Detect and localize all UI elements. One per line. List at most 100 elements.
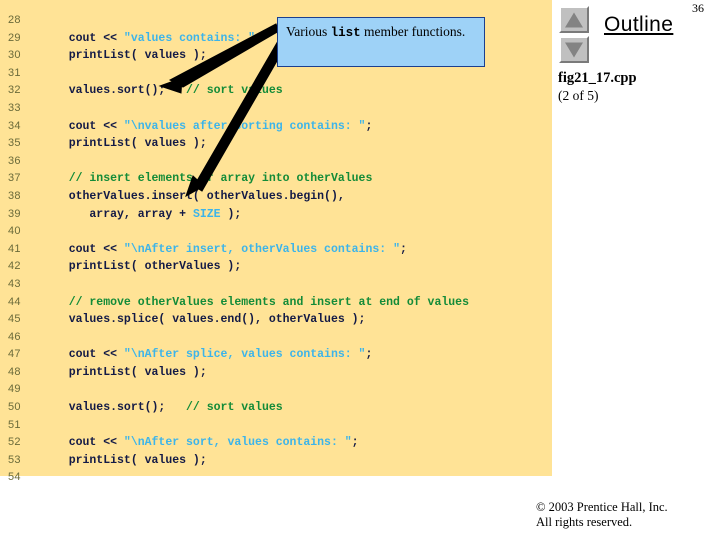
line-number: 52: [8, 436, 21, 449]
code-token: printList( values );: [48, 49, 207, 63]
code-line: 40: [0, 223, 552, 241]
line-code: cout << "\nAfter insert, otherValues con…: [48, 241, 407, 259]
line-number: 31: [8, 66, 21, 79]
line-code: // insert elements of array into otherVa…: [48, 170, 373, 188]
code-line: 37 // insert elements of array into othe…: [0, 170, 552, 188]
line-number: 37: [8, 172, 21, 185]
code-token: // remove otherValues elements and inser…: [48, 295, 469, 309]
copyright-footer: © 2003 Prentice Hall, Inc. All rights re…: [536, 500, 716, 530]
code-token: values.sort();: [48, 84, 187, 98]
code-token: cout <<: [48, 119, 124, 133]
line-code: otherValues.insert( otherValues.begin(),: [48, 188, 345, 206]
code-line: 52 cout << "\nAfter sort, values contain…: [0, 434, 552, 452]
code-line: 36: [0, 153, 552, 171]
line-number: 48: [8, 365, 21, 378]
code-line: 50 values.sort(); // sort values: [0, 399, 552, 417]
line-number: 39: [8, 207, 21, 220]
line-code: cout << "\nvalues after sorting contains…: [48, 118, 373, 136]
code-line: 44 // remove otherValues elements and in…: [0, 294, 552, 312]
scroll-down-button[interactable]: [559, 36, 589, 63]
code-line: 38 otherValues.insert( otherValues.begin…: [0, 188, 552, 206]
code-token: printList( values );: [48, 137, 207, 151]
callout-text-keyword: list: [330, 26, 361, 40]
line-number: 44: [8, 295, 21, 308]
code-line: 51: [0, 417, 552, 435]
line-code: printList( values );: [48, 452, 207, 470]
line-code: printList( values );: [48, 135, 207, 153]
file-part: (2 of 5): [558, 88, 599, 103]
code-token: // insert elements of array into otherVa…: [48, 172, 373, 186]
line-number: 38: [8, 189, 21, 202]
line-number: 53: [8, 453, 21, 466]
line-number: 50: [8, 401, 21, 414]
line-code: printList( otherValues );: [48, 258, 242, 276]
code-line: 41 cout << "\nAfter insert, otherValues …: [0, 241, 552, 259]
code-line: 31: [0, 65, 552, 83]
line-code: cout << "\nAfter splice, values contains…: [48, 346, 373, 364]
code-token: "\nAfter splice, values contains: ": [123, 348, 366, 362]
line-number: 28: [8, 14, 21, 26]
code-token: printList( values );: [48, 453, 207, 467]
code-token: "\nAfter insert, otherValues contains: ": [123, 242, 400, 256]
code-token: printList( values );: [48, 365, 207, 379]
code-line: 45 values.splice( values.end(), otherVal…: [0, 311, 552, 329]
triangle-down-icon: [565, 42, 583, 57]
code-line: 42 printList( otherValues );: [0, 258, 552, 276]
code-token: values.splice( values.end(), otherValues…: [48, 313, 366, 327]
code-line: 46: [0, 329, 552, 347]
line-number: 35: [8, 137, 21, 150]
line-code: cout << "values contains: ";: [48, 30, 262, 48]
line-number: 32: [8, 84, 21, 97]
callout-box: Various list member functions.: [277, 17, 485, 67]
code-line: 47 cout << "\nAfter splice, values conta…: [0, 346, 552, 364]
code-token: printList( otherValues );: [48, 260, 242, 274]
code-token: SIZE: [192, 207, 221, 221]
outline-title: Outline: [604, 13, 674, 36]
page-number: 36: [692, 1, 704, 15]
code-line: 43: [0, 276, 552, 294]
code-line: 39 array, array + SIZE );: [0, 206, 552, 224]
line-code: values.splice( values.end(), otherValues…: [48, 311, 366, 329]
code-line: 34 cout << "\nvalues after sorting conta…: [0, 118, 552, 136]
code-token: ;: [351, 436, 359, 450]
line-number: 43: [8, 277, 21, 290]
code-token: // sort values: [186, 84, 283, 98]
callout-text-after: member functions.: [360, 24, 466, 39]
line-number: 46: [8, 330, 21, 343]
line-number: 54: [8, 471, 21, 484]
code-line: 32 values.sort(); // sort values: [0, 82, 552, 100]
code-line: 54: [0, 469, 552, 487]
line-code: values.sort(); // sort values: [48, 399, 283, 417]
line-code: cout << "\nAfter sort, values contains: …: [48, 434, 359, 452]
line-number: 40: [8, 225, 21, 238]
callout-text-before: Various: [286, 24, 331, 39]
file-name: fig21_17.cpp: [558, 70, 637, 86]
line-code: printList( values );: [48, 364, 207, 382]
line-number: 29: [8, 31, 21, 44]
copyright-line-1: © 2003 Prentice Hall, Inc.: [536, 500, 668, 514]
code-token: ;: [365, 348, 373, 362]
line-number: 47: [8, 348, 21, 361]
line-number: 36: [8, 154, 21, 167]
line-code: values.sort(); // sort values: [48, 82, 283, 100]
code-token: ;: [365, 119, 373, 133]
line-number: 34: [8, 119, 21, 132]
code-token: ;: [255, 31, 262, 45]
line-number: 45: [8, 313, 21, 326]
line-number: 33: [8, 101, 21, 114]
code-token: array, array +: [48, 207, 193, 221]
code-token: cout <<: [48, 242, 124, 256]
line-number: 49: [8, 383, 21, 396]
code-token: otherValues.insert( otherValues.begin(),: [48, 189, 345, 203]
code-line: 53 printList( values );: [0, 452, 552, 470]
file-info: fig21_17.cpp (2 of 5): [558, 70, 637, 104]
scroll-up-button[interactable]: [559, 6, 589, 33]
code-line: 49: [0, 381, 552, 399]
line-code: // remove otherValues elements and inser…: [48, 294, 469, 312]
line-number: 30: [8, 49, 21, 62]
code-line: 35 printList( values );: [0, 135, 552, 153]
code-line: 33: [0, 100, 552, 118]
code-token: cout <<: [48, 348, 124, 362]
code-token: "\nvalues after sorting contains: ": [123, 119, 366, 133]
line-code: printList( values );: [48, 47, 207, 65]
